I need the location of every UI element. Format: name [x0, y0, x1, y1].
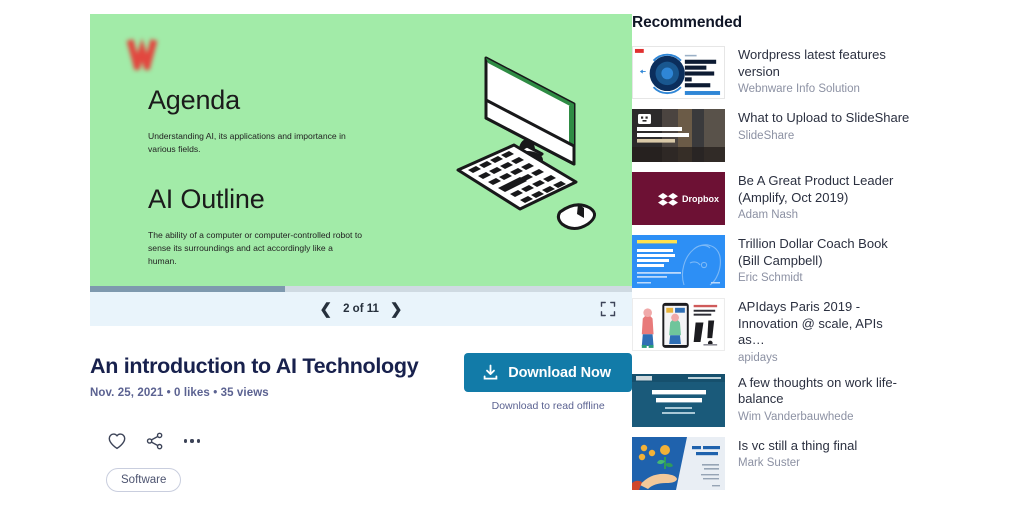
slide-body-agenda: Understanding AI, its applications and i…	[148, 130, 346, 154]
recommended-thumbnail	[632, 46, 725, 99]
document-meta: Nov. 25, 2021 • 0 likes • 35 views	[90, 386, 269, 399]
list-item[interactable]: Dropbox Be A Great Product Leader (Ampli…	[632, 172, 1006, 225]
main-content-column: Agenda Understanding AI, its application…	[0, 0, 632, 513]
recommended-thumbnail: Dropbox	[632, 172, 725, 225]
recommended-author: Webnware Info Solution	[738, 83, 860, 95]
document-header-row: An introduction to AI Technology Nov. 25…	[90, 352, 632, 412]
dot	[190, 439, 194, 443]
dot	[184, 439, 188, 443]
presentation-logo-icon	[126, 38, 158, 70]
list-item[interactable]: Trillion Dollar Coach Book (Bill Campbel…	[632, 235, 1006, 288]
slide-viewer[interactable]: Agenda Understanding AI, its application…	[90, 14, 632, 326]
page-title: An introduction to AI Technology	[90, 354, 419, 378]
trillion-dollar-coach-thumbnail	[632, 235, 725, 288]
recommended-text: Trillion Dollar Coach Book (Bill Campbel…	[738, 235, 910, 288]
slide-text-block: Agenda Understanding AI, its application…	[148, 85, 408, 268]
recommended-title[interactable]: Trillion Dollar Coach Book (Bill Campbel…	[738, 236, 910, 269]
download-subtext: Download to read offline	[491, 400, 605, 412]
recommended-author: Mark Suster	[738, 457, 800, 469]
list-item[interactable]: Is vc still a thing final Mark Suster	[632, 436, 1006, 490]
heart-icon[interactable]	[106, 430, 128, 452]
slideshare-presentation-page: Agenda Understanding AI, its application…	[0, 0, 1024, 513]
download-block: Download Now Download to read offline	[464, 352, 632, 412]
list-item[interactable]: A few thoughts on work life-balance Wim …	[632, 373, 1006, 427]
recommended-thumbnail	[632, 436, 725, 490]
svg-text:Dropbox: Dropbox	[682, 194, 719, 204]
recommended-title[interactable]: What to Upload to SlideShare	[738, 110, 909, 127]
share-icon[interactable]	[144, 430, 166, 452]
recommended-heading: Recommended	[632, 14, 743, 31]
slide-body-ai-outline: The ability of a computer or computer-co…	[148, 230, 362, 266]
recommended-text: Is vc still a thing final Mark Suster	[738, 437, 857, 490]
dropbox-logo-thumbnail: Dropbox	[632, 172, 725, 225]
recommended-title[interactable]: APIdays Paris 2019 - Innovation @ scale,…	[738, 299, 910, 349]
document-title-block: An introduction to AI Technology Nov. 25…	[90, 352, 419, 399]
recommended-author: Wim Vanderbauwhede	[738, 410, 854, 423]
dot	[196, 439, 201, 443]
apidays-paris-thumbnail	[633, 299, 724, 350]
is-vc-still-a-thing-thumbnail	[632, 436, 725, 490]
recommended-text: Wordpress latest features version Webnwa…	[738, 46, 910, 99]
recommended-author: Adam Nash	[738, 209, 799, 221]
slide-canvas[interactable]: Agenda Understanding AI, its application…	[90, 14, 632, 286]
what-to-upload-to-slideshare-thumbnail	[632, 109, 725, 162]
download-now-button[interactable]: Download Now	[464, 353, 632, 392]
slide-page-indicator: 2 of 11	[343, 303, 379, 315]
slide-pager: ❮ 2 of 11 ❯	[320, 302, 403, 317]
more-options-icon[interactable]	[182, 433, 202, 448]
recommended-title[interactable]: A few thoughts on work life-balance	[738, 375, 910, 408]
document-actions	[90, 430, 632, 452]
wordpress-latest-features-thumbnail	[633, 47, 724, 98]
recommended-title[interactable]: Is vc still a thing final	[738, 438, 857, 455]
tag-list: Software	[90, 468, 632, 492]
recommended-text: Be A Great Product Leader (Amplify, Oct …	[738, 172, 910, 225]
recommended-thumbnail	[632, 109, 725, 162]
next-slide-button[interactable]: ❯	[390, 302, 403, 317]
fullscreen-icon[interactable]	[600, 301, 616, 317]
list-item[interactable]: What to Upload to SlideShare SlideShare	[632, 109, 1006, 162]
recommended-text: What to Upload to SlideShare SlideShare	[738, 109, 909, 162]
recommended-thumbnail	[632, 298, 725, 351]
work-life-balance-thumbnail	[632, 373, 725, 427]
recommended-title[interactable]: Be A Great Product Leader (Amplify, Oct …	[738, 173, 910, 206]
tag-software[interactable]: Software	[106, 468, 182, 492]
download-now-label: Download Now	[508, 364, 611, 381]
recommended-column: Recommended Wordpress latest features ve…	[632, 0, 1024, 513]
download-icon	[483, 364, 498, 380]
recommended-thumbnail	[632, 373, 725, 427]
list-item[interactable]: Wordpress latest features version Webnwa…	[632, 46, 1006, 99]
recommended-author: SlideShare	[738, 129, 795, 142]
recommended-text: APIdays Paris 2019 - Innovation @ scale,…	[738, 298, 910, 364]
isometric-computer-icon	[456, 56, 596, 230]
recommended-title[interactable]: Wordpress latest features version	[738, 47, 910, 80]
recommended-author: apidays	[738, 351, 778, 364]
previous-slide-button[interactable]: ❮	[320, 302, 333, 317]
list-item[interactable]: APIdays Paris 2019 - Innovation @ scale,…	[632, 298, 1006, 364]
slide-heading-agenda: Agenda	[148, 85, 240, 115]
slide-heading-ai-outline: AI Outline	[148, 184, 265, 215]
slide-control-bar: ❮ 2 of 11 ❯	[90, 292, 632, 326]
recommended-thumbnail	[632, 235, 725, 288]
recommended-text: A few thoughts on work life-balance Wim …	[738, 374, 910, 427]
recommended-author: Eric Schmidt	[738, 272, 803, 284]
